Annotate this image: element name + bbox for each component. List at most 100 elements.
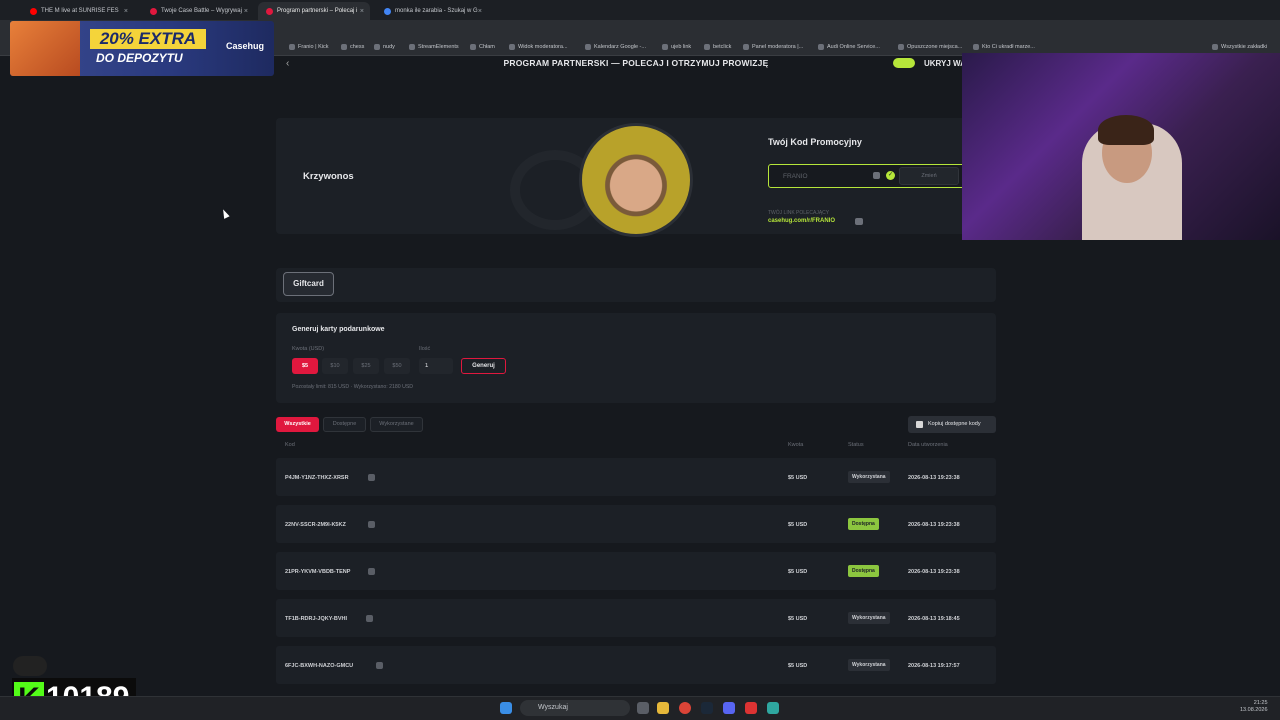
taskbar-search[interactable]: Wyszukaj xyxy=(520,700,630,716)
bookmark-label: StreamElements xyxy=(418,44,459,50)
app-icon[interactable] xyxy=(745,702,757,714)
created-date: 2026-08-13 19:23:38 xyxy=(908,522,960,528)
gift-amount: $5 USD xyxy=(788,522,808,528)
tab-section xyxy=(276,268,996,302)
bookmark-label: Chłam xyxy=(479,44,495,50)
amount-option[interactable]: $25 xyxy=(353,358,379,374)
bookmark-item[interactable]: Kto Ci ukradł marze... xyxy=(973,44,1035,50)
bookmark-item[interactable]: StreamElements xyxy=(409,44,459,50)
bookmark-icon xyxy=(898,44,904,50)
gift-code: P4JM-Y1NZ-THXZ-XRSR xyxy=(285,475,349,481)
discord-icon[interactable] xyxy=(723,702,735,714)
created-date: 2026-08-13 19:18:45 xyxy=(908,616,960,622)
created-date: 2026-08-13 19:17:57 xyxy=(908,663,960,669)
amount-option[interactable]: $5 xyxy=(292,358,318,374)
copy-available-button[interactable]: Kopiuj dostępne kody xyxy=(908,416,996,433)
tab-giftcard[interactable]: Giftcard xyxy=(283,272,334,296)
bookmark-icon xyxy=(1212,44,1218,50)
header-date: Data utworzenia xyxy=(908,442,948,448)
bookmark-label: Widok moderatora... xyxy=(518,44,568,50)
chat-icon xyxy=(13,656,47,676)
quantity-label: Ilość xyxy=(419,346,431,352)
bookmark-item[interactable]: betclick xyxy=(704,44,731,50)
copy-icon xyxy=(916,421,923,428)
bookmark-label: nudy xyxy=(383,44,395,50)
amount-option[interactable]: $50 xyxy=(384,358,410,374)
referral-link[interactable]: casehug.com/r/FRANIO xyxy=(768,218,835,224)
quantity-input[interactable] xyxy=(419,358,453,374)
filter-available[interactable]: Dostępne xyxy=(323,417,366,432)
mouse-cursor xyxy=(220,208,230,219)
bookmark-item[interactable]: nudy xyxy=(374,44,395,50)
bookmark-item[interactable]: Wszystkie zakładki xyxy=(1212,44,1267,50)
bookmark-item[interactable]: Kalendarz Google -... xyxy=(585,44,646,50)
streamer-hair xyxy=(1098,115,1154,145)
generator-title: Generuj karty podarunkowe xyxy=(292,326,385,333)
browser-tab[interactable]: THE M live at SUNRISE FES × xyxy=(22,2,134,20)
page-title: PROGRAM PARTNERSKI — POLECAJ I OTRZYMUJ … xyxy=(503,58,769,68)
bookmark-label: Panel moderatora |... xyxy=(752,44,804,50)
browser-tab[interactable]: monka ile zarabia - Szukaj w G × xyxy=(376,2,488,20)
table-row: TF1B-RDRJ-JQKY-BVHI $5 USD Wykorzystana 202… xyxy=(276,599,996,637)
browser-tab-label: monka ile zarabia - Szukaj w G xyxy=(395,8,478,14)
status-badge: Wykorzystana xyxy=(848,612,890,624)
task-view-icon[interactable] xyxy=(637,702,649,714)
close-tab-icon[interactable]: × xyxy=(124,8,128,15)
copy-available-label: Kopiuj dostępne kody xyxy=(928,421,981,427)
filter-all[interactable]: Wszystkie xyxy=(276,417,319,432)
copy-code-icon[interactable] xyxy=(368,521,375,528)
bookmark-item[interactable]: ujeb link xyxy=(662,44,691,50)
created-date: 2026-08-13 19:23:38 xyxy=(908,569,960,575)
bookmark-item[interactable]: chess xyxy=(341,44,364,50)
close-tab-icon[interactable]: × xyxy=(478,8,482,15)
bookmark-item[interactable]: Franio | Kick xyxy=(289,44,328,50)
copy-code-icon[interactable] xyxy=(376,662,383,669)
windows-start-icon[interactable] xyxy=(500,702,512,714)
bookmark-icon xyxy=(341,44,347,50)
created-date: 2026-08-13 19:23:38 xyxy=(908,475,960,481)
webcam-overlay xyxy=(962,53,1280,240)
copy-code-icon[interactable] xyxy=(368,474,375,481)
bookmark-item[interactable]: Opuszczone miejsca... xyxy=(898,44,962,50)
bookmark-icon xyxy=(289,44,295,50)
bookmark-item[interactable]: Panel moderatora |... xyxy=(743,44,803,50)
promo-code-label: Twój Kod Promocyjny xyxy=(768,137,862,147)
bookmark-label: Kalendarz Google -... xyxy=(594,44,646,50)
table-row: 22NV-SSCR-2M9I-K5KZ $5 USD Dostępna 2026-08… xyxy=(276,505,996,543)
bookmark-icon xyxy=(973,44,979,50)
header-amount: Kwota xyxy=(788,442,804,448)
bookmark-item[interactable]: Chłam xyxy=(470,44,495,50)
promo-banner: 20% EXTRA DO DEPOZYTU Casehug xyxy=(10,21,274,76)
close-tab-icon[interactable]: × xyxy=(244,8,248,15)
tab-favicon-icon xyxy=(266,7,273,15)
header-status: Status xyxy=(848,442,864,448)
notes-icon[interactable] xyxy=(767,702,779,714)
generate-button[interactable]: Generuj xyxy=(461,358,506,374)
chrome-icon[interactable] xyxy=(679,702,691,714)
clock-date: 13.08.2026 xyxy=(1240,707,1268,713)
tab-favicon-icon xyxy=(150,7,157,15)
steam-icon[interactable] xyxy=(701,702,713,714)
change-button[interactable]: Zmień xyxy=(899,167,959,185)
copy-code-icon[interactable] xyxy=(366,615,373,622)
bookmark-icon xyxy=(818,44,824,50)
bookmark-label: ujeb link xyxy=(671,44,692,50)
hide-toggle[interactable] xyxy=(893,58,915,68)
bookmark-label: Audi Online Service... xyxy=(827,44,880,50)
promo-headline: 20% EXTRA xyxy=(90,29,206,49)
bookmark-icon xyxy=(585,44,591,50)
tab-favicon-icon xyxy=(30,7,37,15)
copy-icon[interactable] xyxy=(873,172,880,179)
bookmark-item[interactable]: Widok moderatora... xyxy=(509,44,568,50)
filter-used[interactable]: Wykorzystane xyxy=(370,417,423,432)
copy-link-icon[interactable] xyxy=(855,218,863,225)
close-tab-icon[interactable]: × xyxy=(360,8,364,15)
file-explorer-icon[interactable] xyxy=(657,702,669,714)
copy-code-icon[interactable] xyxy=(368,568,375,575)
referral-link-label: TWÓJ LINK POLECAJĄCY xyxy=(768,210,830,216)
browser-tab[interactable]: Twoje Case Battle – Wygrywaj × xyxy=(142,2,254,20)
profile-name: Krzywonos xyxy=(303,171,354,182)
browser-tab[interactable]: Program partnerski – Polecaj i × xyxy=(258,2,370,20)
amount-option[interactable]: $10 xyxy=(322,358,348,374)
bookmark-item[interactable]: Audi Online Service... xyxy=(818,44,880,50)
